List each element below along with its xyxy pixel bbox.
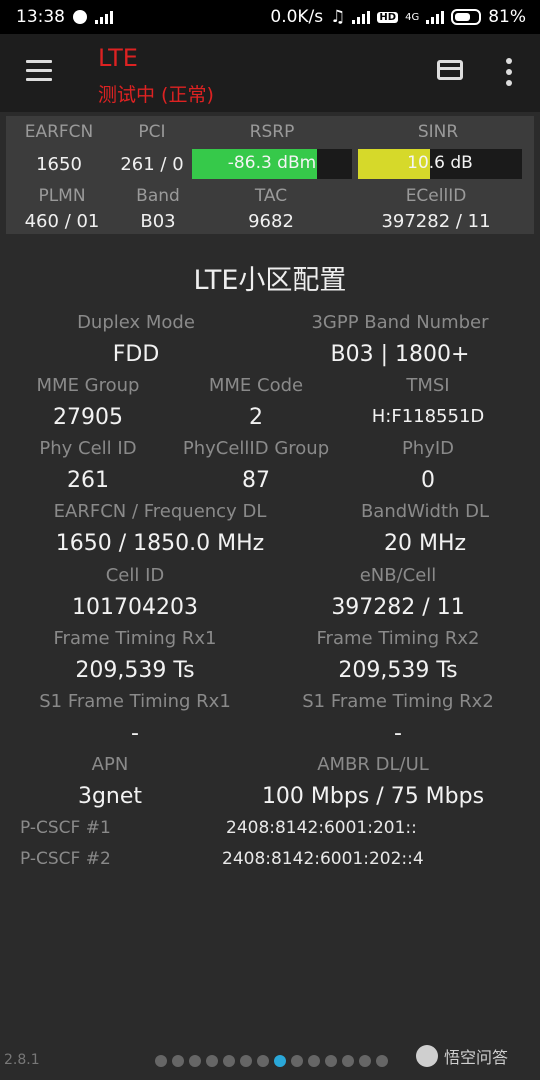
hd-icon: HD xyxy=(377,11,399,23)
value-ecellid: 397282 / 11 xyxy=(381,211,491,232)
label-phycellid-group: PhyCellID Group xyxy=(182,438,330,459)
header-sinr: SINR xyxy=(417,122,459,142)
value-phycellid-group: 87 xyxy=(242,468,270,493)
sinr-meter: 10.6 dB xyxy=(358,149,522,179)
network-type: 4G xyxy=(405,11,420,23)
label-s1-frame-timing-rx1: S1 Frame Timing Rx1 xyxy=(39,691,231,712)
value-earfcn: 1650 xyxy=(36,154,82,175)
label-enb-cell: eNB/Cell xyxy=(359,565,437,586)
value-tmsi: H:F118551D xyxy=(371,406,485,427)
header-tac: TAC xyxy=(254,186,288,206)
label-duplex-mode: Duplex Mode xyxy=(77,312,195,333)
label-earfcn-freq: EARFCN / Frequency DL xyxy=(53,501,267,522)
label-tmsi: TMSI xyxy=(406,375,450,396)
globe-icon xyxy=(73,10,87,24)
section-title: LTE小区配置 xyxy=(193,265,347,296)
headset-icon: ♫ xyxy=(330,7,346,27)
page-dot[interactable] xyxy=(291,1055,303,1067)
signal-strength-icon-2 xyxy=(426,10,445,24)
page-dot[interactable] xyxy=(308,1055,320,1067)
value-band: B03 xyxy=(140,211,176,232)
value-duplex-mode: FDD xyxy=(112,342,160,367)
signal-icon xyxy=(95,10,113,24)
network-speed: 0.0K/s xyxy=(270,7,324,27)
watermark-logo-icon xyxy=(416,1045,438,1067)
value-s1-frame-timing-rx1: - xyxy=(131,721,139,746)
label-apn: APN xyxy=(91,754,129,775)
signal-summary-panel: EARFCN PCI RSRP SINR 1650 261 / 0 -86.3 … xyxy=(6,116,534,234)
value-earfcn-freq: 1650 / 1850.0 MHz xyxy=(55,531,265,556)
page-dot[interactable] xyxy=(376,1055,388,1067)
status-bar: 13:38 0.0K/s ♫ HD 4G 81% xyxy=(0,0,540,34)
header-pci: PCI xyxy=(138,122,166,142)
value-enb-cell: 397282 / 11 xyxy=(331,595,465,620)
value-ambr: 100 Mbps / 75 Mbps xyxy=(261,784,485,809)
page-dot[interactable] xyxy=(274,1055,286,1067)
value-mme-code: 2 xyxy=(249,405,263,430)
value-phyid: 0 xyxy=(421,468,435,493)
app-subtitle: 测试中 (正常) xyxy=(98,84,214,106)
signal-strength-icon xyxy=(352,10,371,24)
label-s1-frame-timing-rx2: S1 Frame Timing Rx2 xyxy=(302,691,494,712)
header-ecellid: ECellID xyxy=(405,186,467,206)
label-pcscf-1: P-CSCF #1 xyxy=(20,818,111,838)
label-3gpp-band: 3GPP Band Number xyxy=(311,312,489,333)
watermark-text: 悟空问答 xyxy=(444,1048,509,1067)
page-dot[interactable] xyxy=(325,1055,337,1067)
label-pcscf-2: P-CSCF #2 xyxy=(20,849,111,869)
app-title: LTE xyxy=(98,44,138,72)
value-cell-id: 101704203 xyxy=(72,595,198,620)
label-phy-cell-id: Phy Cell ID xyxy=(39,438,137,459)
rsrp-meter: -86.3 dBm xyxy=(192,149,352,179)
hamburger-menu-icon[interactable] xyxy=(26,60,52,82)
value-pcscf-1: 2408:8142:6001:201:: xyxy=(226,818,417,838)
label-frame-timing-rx2: Frame Timing Rx2 xyxy=(316,628,480,649)
more-options-icon[interactable] xyxy=(506,58,512,86)
label-cell-id: Cell ID xyxy=(105,565,165,586)
app-bar: LTE 测试中 (正常) xyxy=(0,34,540,112)
value-frame-timing-rx1: 209,539 Ts xyxy=(75,658,195,683)
value-bandwidth-dl: 20 MHz xyxy=(383,531,467,556)
header-plmn: PLMN xyxy=(38,186,86,206)
value-tac: 9682 xyxy=(248,211,294,232)
app-version: 2.8.1 xyxy=(4,1052,40,1068)
label-mme-code: MME Code xyxy=(208,375,304,396)
label-mme-group: MME Group xyxy=(36,375,140,396)
page-dot[interactable] xyxy=(257,1055,269,1067)
value-phy-cell-id: 261 xyxy=(67,468,109,493)
value-mme-group: 27905 xyxy=(53,405,123,430)
page-dot[interactable] xyxy=(240,1055,252,1067)
value-sinr: 10.6 dB xyxy=(407,153,473,173)
page-dot[interactable] xyxy=(172,1055,184,1067)
value-plmn: 460 / 01 xyxy=(24,211,100,232)
value-3gpp-band: B03 | 1800+ xyxy=(330,342,470,367)
page-dot[interactable] xyxy=(155,1055,167,1067)
page-dot[interactable] xyxy=(206,1055,218,1067)
value-frame-timing-rx2: 209,539 Ts xyxy=(338,658,458,683)
value-pcscf-2: 2408:8142:6001:202::4 xyxy=(222,849,424,869)
page-indicator[interactable] xyxy=(155,1055,388,1067)
header-band: Band xyxy=(136,186,180,206)
value-pci: 261 / 0 xyxy=(120,154,184,175)
watermark: 悟空问答 xyxy=(416,1044,508,1068)
page-dot[interactable] xyxy=(223,1055,235,1067)
header-rsrp: RSRP xyxy=(249,122,295,142)
value-rsrp: -86.3 dBm xyxy=(227,153,317,173)
label-ambr: AMBR DL/UL xyxy=(317,754,429,775)
label-frame-timing-rx1: Frame Timing Rx1 xyxy=(53,628,217,649)
header-earfcn: EARFCN xyxy=(24,122,94,142)
page-dot[interactable] xyxy=(342,1055,354,1067)
battery-level: 81% xyxy=(488,7,526,27)
value-apn: 3gnet xyxy=(77,784,143,809)
clock: 13:38 xyxy=(16,7,65,27)
label-bandwidth-dl: BandWidth DL xyxy=(360,501,490,522)
page-dot[interactable] xyxy=(359,1055,371,1067)
card-view-icon[interactable] xyxy=(437,60,463,80)
value-s1-frame-timing-rx2: - xyxy=(394,721,402,746)
page-dot[interactable] xyxy=(189,1055,201,1067)
label-phyid: PhyID xyxy=(401,438,455,459)
battery-icon xyxy=(451,9,482,25)
